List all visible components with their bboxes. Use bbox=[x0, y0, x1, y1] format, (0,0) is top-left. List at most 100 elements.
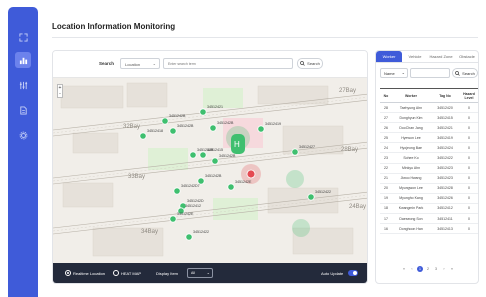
worker-marker[interactable] bbox=[173, 187, 181, 195]
cell-no: 28 bbox=[380, 102, 392, 114]
page-button[interactable]: « bbox=[401, 266, 407, 272]
search-input[interactable] bbox=[163, 58, 293, 69]
search-button[interactable]: Search bbox=[297, 58, 323, 69]
column-header-no: No bbox=[380, 88, 392, 103]
cell-tag-no: 34512421 bbox=[430, 122, 460, 134]
cell-hazard-level: 0 bbox=[460, 132, 478, 144]
filter-field-value: Name bbox=[384, 71, 395, 76]
cell-no: 26 bbox=[380, 122, 392, 134]
worker-tag-label: 34512427 bbox=[299, 145, 315, 149]
cell-worker: Hyojeong Bae bbox=[392, 142, 430, 154]
table-row[interactable]: 25 Hyewon Lee 34512419 0 bbox=[380, 132, 478, 144]
expand-icon[interactable] bbox=[15, 29, 31, 45]
table-row[interactable]: 17 Daeseong Son 34512411 0 bbox=[380, 213, 478, 225]
cell-worker: Donghyun Kim bbox=[392, 112, 430, 124]
tab-hazard-zone[interactable]: Hazard Zone bbox=[428, 51, 454, 63]
tab-vehicle[interactable]: Vehicle bbox=[402, 51, 428, 63]
table-row[interactable]: 28 Taehyung Ahn 34512420 0 bbox=[380, 102, 478, 114]
worker-marker[interactable] bbox=[307, 193, 315, 201]
site-map[interactable]: 27Bay 32Bay 28Bay 33Bay 24Bay 34Bay H 345… bbox=[53, 78, 368, 265]
realtime-radio[interactable] bbox=[65, 270, 71, 276]
zoom-control[interactable]: + - bbox=[57, 84, 63, 98]
chart-icon[interactable] bbox=[15, 52, 31, 68]
cell-hazard-level: 0 bbox=[460, 102, 478, 114]
map-control-bar: Realtime Location HEAT MAP Display Item … bbox=[53, 263, 367, 283]
page-button[interactable]: 1 bbox=[417, 266, 423, 272]
table-row[interactable]: 26 DooChan Jang 34512421 0 bbox=[380, 122, 478, 134]
cell-no: 27 bbox=[380, 112, 392, 124]
table-row[interactable]: 22 Minkyu Ahn 34512423 0 bbox=[380, 163, 478, 174]
cell-worker: Donghoon Han bbox=[392, 223, 430, 235]
worker-marker[interactable] bbox=[139, 132, 147, 140]
bay-label: 24Bay bbox=[349, 204, 366, 210]
page-button[interactable]: ‹ bbox=[409, 266, 415, 272]
worker-marker[interactable] bbox=[199, 108, 207, 116]
table-row[interactable]: 24 Hyojeong Bae 34512424 0 bbox=[380, 142, 478, 154]
worker-marker[interactable] bbox=[211, 157, 219, 165]
sliders-icon[interactable] bbox=[15, 77, 31, 93]
search-category-select[interactable]: Location ⌄ bbox=[120, 58, 160, 69]
worker-marker[interactable] bbox=[169, 127, 177, 135]
zoom-out-button[interactable]: - bbox=[58, 91, 62, 97]
heatmap-radio[interactable] bbox=[113, 270, 119, 276]
hazard-marker[interactable] bbox=[246, 169, 256, 179]
display-item-select[interactable]: All ⌄ bbox=[187, 268, 213, 278]
tab-obstacle[interactable]: Obstacle bbox=[454, 51, 478, 63]
document-icon[interactable] bbox=[15, 102, 31, 118]
bay-label: 34Bay bbox=[141, 229, 158, 235]
page-button[interactable]: » bbox=[449, 266, 455, 272]
worker-tag-label: 3451242B bbox=[177, 124, 194, 128]
worker-marker[interactable] bbox=[161, 117, 169, 125]
filter-field-select[interactable]: Name ⌄ bbox=[380, 68, 408, 78]
table-row[interactable]: 19 Myungho Kang 34512426 0 bbox=[380, 193, 478, 204]
worker-marker[interactable] bbox=[189, 151, 197, 159]
cell-tag-no: 34512420 bbox=[430, 102, 460, 114]
table-row[interactable]: 18 Kwangmin Park 34512412 0 bbox=[380, 203, 478, 215]
worker-tag-label: 34512421 bbox=[207, 105, 223, 109]
worker-tag-label: 34512415 bbox=[207, 148, 223, 152]
worker-tag-label: 34512418 bbox=[147, 129, 163, 133]
worker-marker[interactable] bbox=[209, 124, 217, 132]
worker-marker[interactable] bbox=[185, 233, 193, 241]
column-header-hazard-level: Hazard Level bbox=[460, 88, 478, 103]
bay-label: 32Bay bbox=[123, 124, 140, 130]
table-row[interactable]: 16 Donghoon Han 34512413 0 bbox=[380, 223, 478, 235]
worker-tag-label: 34512419 bbox=[265, 122, 281, 126]
realtime-label: Realtime Location bbox=[73, 271, 106, 276]
cell-hazard-level: 0 bbox=[460, 142, 478, 154]
gear-icon[interactable] bbox=[15, 127, 31, 143]
cell-worker: Minkyu Ahn bbox=[392, 163, 430, 174]
worker-tag-label: 3451242E bbox=[177, 212, 194, 216]
cell-worker: Sohee Ko bbox=[392, 152, 430, 164]
worker-tag-label: 3451242B bbox=[205, 174, 222, 178]
worker-marker[interactable] bbox=[291, 148, 299, 156]
cell-no: 20 bbox=[380, 183, 392, 194]
worker-marker[interactable] bbox=[257, 125, 265, 133]
list-search-button[interactable]: Search bbox=[452, 68, 478, 78]
table-row[interactable]: 23 Sohee Ko 34512422 0 bbox=[380, 152, 478, 164]
filter-input[interactable] bbox=[410, 68, 450, 78]
tab-worker[interactable]: Worker bbox=[376, 51, 402, 63]
worker-marker[interactable] bbox=[227, 183, 235, 191]
page-button[interactable]: 2 bbox=[425, 266, 431, 272]
page-button[interactable]: 3 bbox=[433, 266, 439, 272]
cell-worker: Jiwoo Hwang bbox=[392, 173, 430, 184]
list-search-label: Search bbox=[462, 70, 475, 76]
cell-hazard-level: 0 bbox=[460, 213, 478, 225]
table-row[interactable]: 20 Myungwon Lee 34512428 0 bbox=[380, 183, 478, 194]
worker-tag-label: 3451242B bbox=[169, 114, 186, 118]
table-row[interactable]: 27 Donghyun Kim 34512415 0 bbox=[380, 112, 478, 124]
worker-marker[interactable] bbox=[199, 151, 207, 159]
worker-marker[interactable] bbox=[169, 215, 177, 223]
table-row[interactable]: 21 Jiwoo Hwang 34512423 0 bbox=[380, 173, 478, 184]
chevron-down-icon: ⌄ bbox=[152, 61, 156, 66]
worker-tag-label: 34512412 bbox=[185, 204, 201, 208]
search-label: Search bbox=[99, 61, 115, 66]
page-button[interactable]: › bbox=[441, 266, 447, 272]
cell-no: 19 bbox=[380, 193, 392, 204]
cell-worker: Taehyung Ahn bbox=[392, 102, 430, 114]
worker-halo bbox=[286, 170, 304, 188]
auto-update-toggle[interactable] bbox=[348, 270, 358, 276]
cell-hazard-level: 0 bbox=[460, 173, 478, 184]
worker-table: No Worker Tag No Hazard Level 28 Taehyung… bbox=[380, 88, 478, 235]
